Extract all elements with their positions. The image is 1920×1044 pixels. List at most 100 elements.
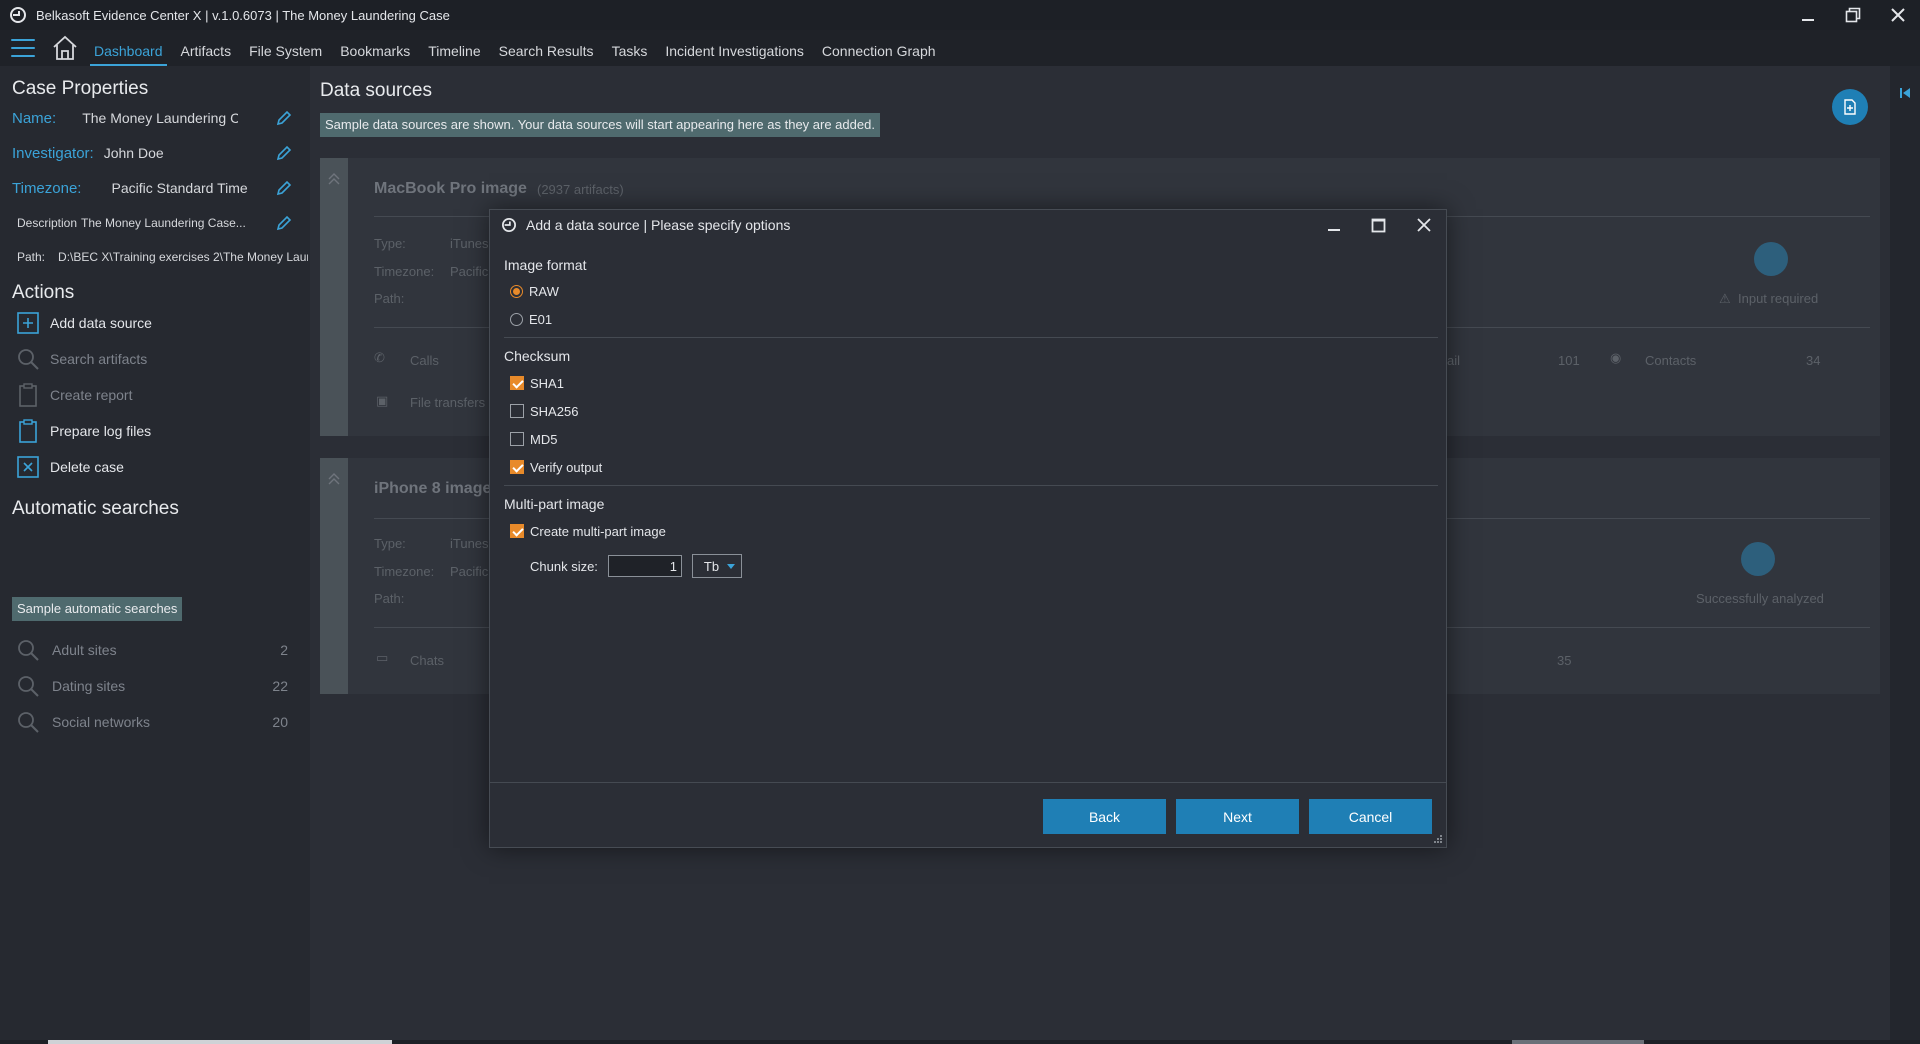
- tab-bookmarks[interactable]: Bookmarks: [331, 30, 419, 66]
- tab-search-results[interactable]: Search Results: [490, 30, 603, 66]
- investigator-row: Investigator: John Doe: [12, 141, 302, 165]
- dialog-title-bar: Add a data source | Please specify optio…: [490, 210, 1446, 240]
- edit-investigator-icon[interactable]: [276, 145, 292, 161]
- dialog-close-button[interactable]: [1401, 210, 1446, 240]
- back-button[interactable]: Back: [1043, 799, 1166, 834]
- status-text: Input required: [1738, 291, 1819, 306]
- dialog-maximize-button[interactable]: [1356, 210, 1401, 240]
- chunk-size-row: Chunk size: Tb: [530, 554, 742, 578]
- minimize-icon: [1327, 229, 1340, 231]
- radio-unselected[interactable]: [510, 312, 523, 326]
- description-row: Description The Money Laundering Case...: [12, 211, 302, 235]
- type-value: iTunes: [450, 236, 489, 251]
- status-icon: [1741, 542, 1775, 576]
- tab-connection-graph[interactable]: Connection Graph: [813, 30, 945, 66]
- timezone-label: Timezone:: [374, 564, 435, 579]
- search-artifacts-action[interactable]: Search artifacts: [16, 345, 147, 373]
- home-icon[interactable]: [51, 34, 79, 62]
- timezone-value: Pacific: [450, 264, 489, 279]
- add-data-source-dialog: Add a data source | Please specify optio…: [489, 209, 1447, 848]
- investigator-label: Investigator:: [12, 144, 94, 162]
- create-multi-part-checkbox[interactable]: Create multi-part image: [510, 521, 666, 541]
- auto-search-item[interactable]: Dating sites 22: [16, 672, 288, 700]
- create-report-action[interactable]: Create report: [16, 381, 132, 409]
- case-name-row: Name: The Money Laundering C: [12, 106, 302, 130]
- checkbox-label: MD5: [530, 431, 558, 447]
- add-data-source-action[interactable]: Add data source: [16, 309, 152, 337]
- auto-search-count: 2: [280, 642, 288, 658]
- edit-timezone-icon[interactable]: [276, 180, 292, 196]
- search-icon: [18, 712, 39, 733]
- checkbox-unchecked[interactable]: [510, 432, 524, 446]
- edit-description-icon[interactable]: [276, 215, 292, 231]
- prepare-log-files-action[interactable]: Prepare log files: [16, 417, 151, 445]
- timezone-row: Timezone: Pacific Standard Time: [12, 176, 302, 200]
- tab-timeline[interactable]: Timeline: [419, 30, 489, 66]
- status-warning-icon: ⚠: [1719, 291, 1731, 306]
- minimize-icon: [1801, 19, 1814, 21]
- page-title: Data sources: [320, 80, 432, 101]
- auto-search-item[interactable]: Adult sites 2: [16, 636, 288, 664]
- auto-search-item[interactable]: Social networks 20: [16, 708, 288, 736]
- delete-case-action[interactable]: Delete case: [16, 453, 124, 481]
- contacts-label: Contacts: [1645, 353, 1697, 368]
- status-text: Successfully analyzed: [1696, 591, 1824, 606]
- right-panel-collapsed: [1890, 66, 1920, 1044]
- file-transfers-label: File transfers: [410, 395, 486, 410]
- path-label: Path:: [374, 291, 405, 306]
- checkbox-checked[interactable]: [510, 524, 524, 538]
- tab-dashboard[interactable]: Dashboard: [85, 30, 172, 66]
- type-label: Type:: [374, 536, 406, 551]
- case-name-label: Name:: [12, 109, 57, 127]
- card-collapse-strip[interactable]: [320, 158, 348, 436]
- edit-name-icon[interactable]: [276, 110, 292, 126]
- e01-radio[interactable]: E01: [510, 309, 552, 329]
- cancel-button[interactable]: Cancel: [1309, 799, 1432, 834]
- multi-part-heading: Multi-part image: [504, 496, 605, 512]
- chats-count: 35: [1557, 653, 1572, 668]
- add-data-source-button[interactable]: [1832, 89, 1868, 125]
- next-button[interactable]: Next: [1176, 799, 1299, 834]
- sha1-checkbox[interactable]: SHA1: [510, 373, 564, 393]
- radio-label: RAW: [529, 283, 559, 299]
- bottom-scrollbar[interactable]: [0, 1040, 1920, 1044]
- md5-checkbox[interactable]: MD5: [510, 429, 557, 449]
- path-label: Path:: [374, 591, 405, 606]
- verify-output-checkbox[interactable]: Verify output: [510, 457, 602, 477]
- dialog-minimize-button[interactable]: [1311, 210, 1356, 240]
- radio-selected[interactable]: [510, 284, 523, 298]
- expand-panel-icon[interactable]: [1899, 86, 1911, 100]
- checkbox-label: SHA256: [530, 403, 579, 419]
- chunk-unit-select[interactable]: Tb: [691, 554, 742, 578]
- auto-search-count: 22: [272, 678, 288, 694]
- card-collapse-strip[interactable]: [320, 458, 348, 694]
- minimize-button[interactable]: [1785, 0, 1830, 30]
- window-title: Belkasoft Evidence Center X | v.1.0.6073…: [36, 7, 450, 23]
- divider: [504, 485, 1438, 486]
- contacts-count: 34: [1806, 353, 1821, 368]
- clipboard-icon: [19, 383, 37, 407]
- hamburger-menu-icon[interactable]: [11, 39, 35, 57]
- tab-artifacts[interactable]: Artifacts: [172, 30, 241, 66]
- scrollbar-thumb[interactable]: [48, 1040, 392, 1044]
- path-value: D:\BEC X\Training exercises 2\The Money …: [58, 250, 308, 264]
- action-label: Add data source: [50, 315, 152, 331]
- tab-incident-investigations[interactable]: Incident Investigations: [656, 30, 813, 66]
- checkbox-checked[interactable]: [510, 460, 524, 474]
- card-title: MacBook Pro image: [374, 180, 527, 197]
- checkbox-label: SHA1: [530, 375, 564, 391]
- checkbox-unchecked[interactable]: [510, 404, 524, 418]
- restore-button[interactable]: [1830, 0, 1875, 30]
- timezone-value: Pacific Standard Time: [111, 180, 248, 196]
- actions-heading: Actions: [12, 282, 75, 303]
- image-format-heading: Image format: [504, 257, 587, 273]
- resize-grip-icon[interactable]: [1433, 834, 1443, 844]
- sha256-checkbox[interactable]: SHA256: [510, 401, 578, 421]
- tab-file-system[interactable]: File System: [240, 30, 331, 66]
- chunk-size-input[interactable]: [607, 555, 682, 577]
- tab-tasks[interactable]: Tasks: [603, 30, 657, 66]
- raw-radio[interactable]: RAW: [510, 281, 559, 301]
- close-button[interactable]: [1875, 0, 1920, 30]
- checkbox-checked[interactable]: [510, 376, 524, 390]
- auto-search-label: Adult sites: [52, 642, 117, 658]
